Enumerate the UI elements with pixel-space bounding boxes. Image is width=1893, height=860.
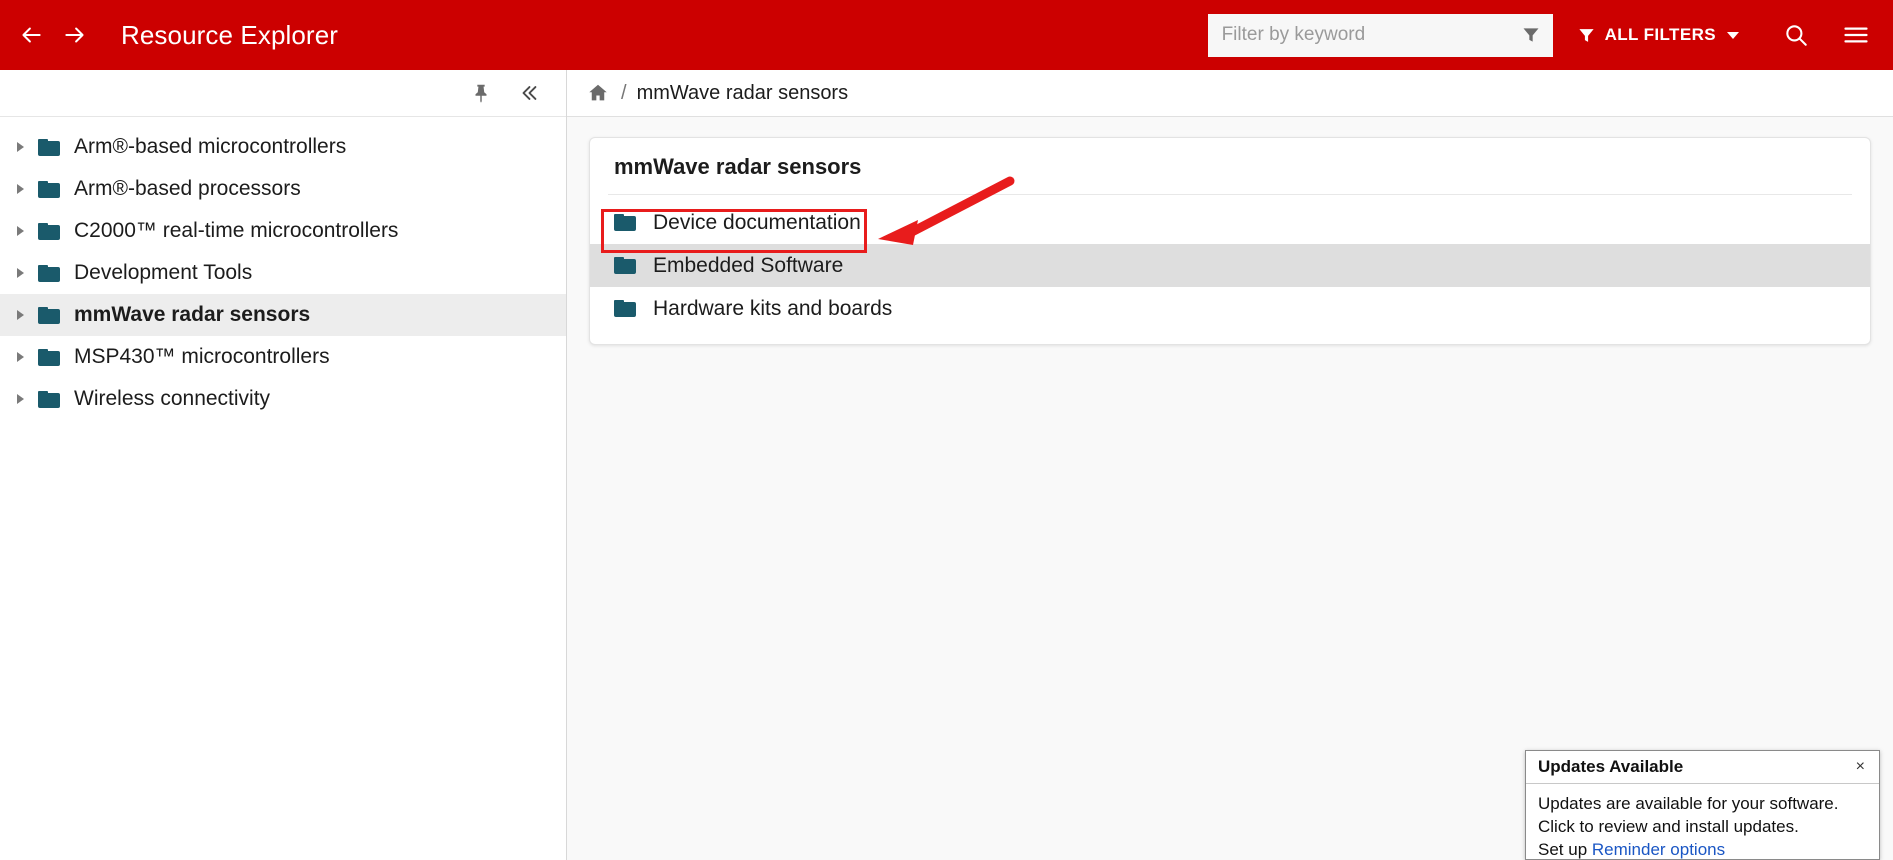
sidebar-item-wireless-connectivity[interactable]: Wireless connectivity [0, 378, 566, 420]
pin-icon[interactable] [468, 80, 494, 106]
sidebar-item-development-tools[interactable]: Development Tools [0, 252, 566, 294]
home-icon[interactable] [587, 81, 611, 105]
double-chevron-left-icon[interactable] [516, 80, 542, 106]
sidebar-item-label: mmWave radar sensors [74, 303, 311, 326]
notification-title: Updates Available [1538, 757, 1684, 776]
list-item-label: Device documentation [653, 210, 861, 234]
category-tree: Arm®-based microcontrollers Arm®-based p… [0, 117, 566, 420]
expand-arrow-icon[interactable] [8, 210, 32, 252]
folder-icon [38, 138, 60, 156]
resource-card: mmWave radar sensors Device documentatio… [589, 137, 1871, 345]
breadcrumb: / mmWave radar sensors [567, 70, 1893, 117]
forward-button[interactable] [53, 13, 97, 57]
app-body: Arm®-based microcontrollers Arm®-based p… [0, 70, 1893, 860]
hamburger-menu-button[interactable] [1833, 12, 1879, 58]
folder-icon [38, 264, 60, 282]
list-item-hardware-kits-and-boards[interactable]: Hardware kits and boards [590, 287, 1870, 330]
folder-icon [614, 214, 636, 231]
sidebar-item-label: Development Tools [74, 261, 253, 284]
notification-line-3: Set up Reminder options [1538, 839, 1867, 859]
funnel-icon[interactable] [1519, 23, 1543, 47]
notification-line-1: Updates are available for your software. [1538, 794, 1839, 813]
hamburger-menu-icon [1844, 27, 1868, 43]
updates-available-notification[interactable]: Updates Available × Updates are availabl… [1525, 750, 1880, 860]
sidebar-item-label: Arm®-based processors [74, 177, 301, 200]
card-title: mmWave radar sensors [608, 138, 1852, 195]
sidebar-item-label: MSP430™ microcontrollers [74, 345, 330, 368]
arrow-left-icon [22, 27, 41, 43]
arrow-right-icon [65, 27, 84, 43]
notification-line-3-prefix: Set up [1538, 839, 1592, 859]
all-filters-dropdown[interactable]: ALL FILTERS [1573, 19, 1743, 51]
main-content: / mmWave radar sensors mmWave radar sens… [567, 70, 1893, 860]
app-header: Resource Explorer ALL FILTERS [0, 0, 1893, 70]
sidebar-item-arm-based-microcontrollers[interactable]: Arm®-based microcontrollers [0, 126, 566, 168]
sidebar-toolbar [0, 70, 566, 117]
folder-icon [38, 222, 60, 240]
notification-body: Updates are available for your software.… [1526, 784, 1879, 859]
folder-icon [38, 348, 60, 366]
breadcrumb-separator: / [621, 81, 627, 104]
search-icon [1786, 25, 1807, 46]
sidebar-item-label: Arm®-based microcontrollers [74, 135, 347, 158]
expand-arrow-icon[interactable] [8, 336, 32, 378]
resource-explorer-window: Resource Explorer ALL FILTERS [0, 0, 1893, 860]
notification-line-2: Click to review and install updates. [1538, 816, 1799, 836]
expand-arrow-icon[interactable] [8, 378, 32, 420]
folder-icon [38, 306, 60, 324]
sidebar: Arm®-based microcontrollers Arm®-based p… [0, 70, 567, 860]
reminder-options-link[interactable]: Reminder options [1592, 840, 1725, 859]
back-button[interactable] [9, 13, 53, 57]
filter-keyword-input[interactable] [1207, 13, 1553, 57]
notification-header: Updates Available × [1526, 751, 1879, 784]
header-controls: ALL FILTERS [1207, 0, 1893, 70]
sidebar-item-msp430-microcontrollers[interactable]: MSP430™ microcontrollers [0, 336, 566, 378]
chevron-down-icon [1727, 31, 1739, 39]
sidebar-item-c2000-real-time-microcontrollers[interactable]: C2000™ real-time microcontrollers [0, 210, 566, 252]
app-title: Resource Explorer [121, 19, 339, 50]
content-area: mmWave radar sensors Device documentatio… [567, 117, 1893, 345]
list-item-label: Hardware kits and boards [653, 296, 893, 320]
expand-arrow-icon[interactable] [8, 168, 32, 210]
breadcrumb-current: mmWave radar sensors [636, 81, 849, 104]
close-icon[interactable]: × [1852, 759, 1869, 775]
sidebar-item-label: C2000™ real-time microcontrollers [74, 219, 399, 242]
all-filters-label: ALL FILTERS [1604, 25, 1716, 44]
list-item-label: Embedded Software [653, 253, 844, 277]
folder-icon [614, 257, 636, 274]
expand-arrow-icon[interactable] [8, 126, 32, 168]
expand-arrow-icon[interactable] [8, 294, 32, 336]
folder-icon [38, 180, 60, 198]
sidebar-item-label: Wireless connectivity [74, 387, 271, 410]
list-item-device-documentation[interactable]: Device documentation [590, 201, 1870, 244]
list-item-embedded-software[interactable]: Embedded Software [590, 244, 1870, 287]
sidebar-item-mmwave-radar-sensors[interactable]: mmWave radar sensors [0, 294, 566, 336]
filter-by-keyword-box[interactable] [1207, 13, 1553, 57]
resource-list: Device documentation Embedded Software H… [590, 195, 1870, 330]
funnel-icon [1578, 28, 1594, 42]
expand-arrow-icon[interactable] [8, 252, 32, 294]
sidebar-item-arm-based-processors[interactable]: Arm®-based processors [0, 168, 566, 210]
folder-icon [38, 390, 60, 408]
folder-icon [614, 300, 636, 317]
search-button[interactable] [1773, 12, 1819, 58]
